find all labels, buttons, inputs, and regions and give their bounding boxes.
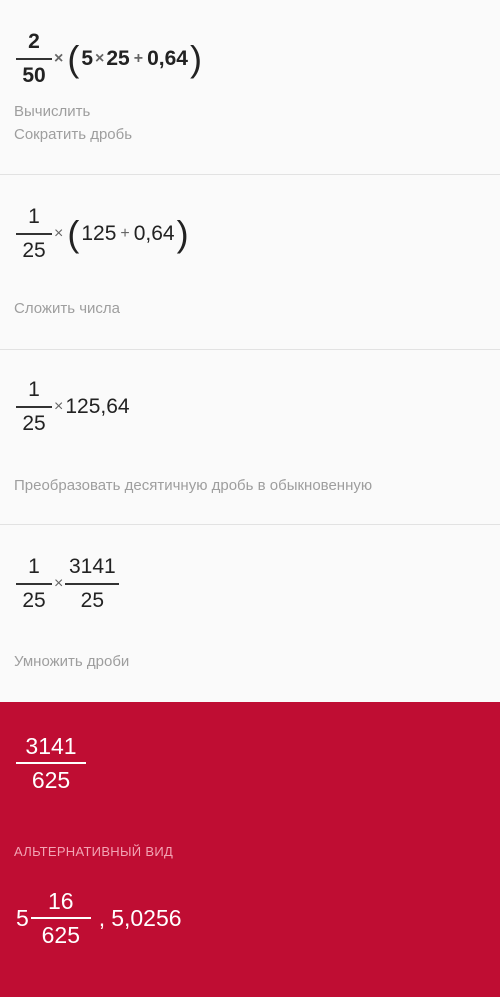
step-caption-reduce-fraction[interactable]: Сократить дробь <box>14 123 132 146</box>
numerator: 16 <box>48 888 74 914</box>
multiply-sign: × <box>54 50 64 67</box>
open-paren: ( <box>67 213 80 254</box>
step-3: 1 25 × 125,64 Преобразовать десятичную д… <box>0 350 500 525</box>
step-caption-add-numbers[interactable]: Сложить числа <box>14 297 120 320</box>
plus-sign: + <box>120 225 130 242</box>
result-panel: 3141 625 АЛЬТЕРНАТИВНЫЙ ВИД 5 16 625 , 5… <box>0 702 500 997</box>
numerator: 1 <box>28 205 40 228</box>
step-1-expression: 2 50 × ( 5 × 25 + 0,64 ) <box>16 28 204 90</box>
close-paren: ) <box>176 213 189 254</box>
fraction-bar <box>30 917 91 919</box>
step-1: 2 50 × ( 5 × 25 + 0,64 ) Вычислить Сокра… <box>0 0 500 175</box>
multiply-sign: × <box>54 398 64 415</box>
operand-b: 25 <box>106 47 130 70</box>
separator: , <box>98 904 106 931</box>
result-fraction: 3141 625 <box>16 732 86 794</box>
fraction-bar <box>16 58 52 60</box>
operand-a: 5 <box>81 47 94 70</box>
fraction: 1 25 <box>16 376 52 438</box>
fraction-bar <box>65 583 120 585</box>
numerator: 2 <box>28 30 40 53</box>
fraction-bar <box>16 406 52 408</box>
fraction-bar <box>16 762 86 764</box>
mixed-whole: 5 <box>16 904 29 931</box>
denominator: 25 <box>22 412 46 435</box>
fraction-bar <box>16 583 52 585</box>
step-2: 1 25 × ( 125 + 0,64 ) Сложить числа <box>0 175 500 350</box>
denominator: 25 <box>80 589 105 612</box>
operand-value: 125,64 <box>65 395 130 418</box>
fraction: 1 25 <box>16 553 52 615</box>
alternative-form-label: АЛЬТЕРНАТИВНЫЙ ВИД <box>14 844 174 859</box>
step-4: 1 25 × 3141 25 Умножить дроби <box>0 525 500 700</box>
close-paren: ) <box>189 38 202 79</box>
fraction-bar <box>16 233 52 235</box>
step-4-expression: 1 25 × 3141 25 <box>16 553 120 615</box>
denominator: 25 <box>22 239 46 262</box>
step-caption-convert-decimal[interactable]: Преобразовать десятичную дробь в обыкнов… <box>14 474 372 497</box>
multiply-sign: × <box>54 575 64 592</box>
step-caption-multiply-fractions[interactable]: Умножить дроби <box>14 650 129 673</box>
fraction: 2 50 <box>16 28 52 90</box>
step-caption-calculate[interactable]: Вычислить <box>14 100 90 123</box>
operand-a: 125 <box>81 222 117 245</box>
mixed-fraction: 16 625 <box>30 887 91 949</box>
multiply-sign: × <box>54 225 64 242</box>
plus-sign: + <box>133 50 144 67</box>
numerator: 1 <box>28 555 40 578</box>
denominator: 50 <box>22 64 46 87</box>
operand-c: 0,64 <box>147 47 188 70</box>
fraction: 3141 25 <box>65 553 120 615</box>
numerator: 3141 <box>68 555 116 578</box>
open-paren: ( <box>67 38 80 79</box>
step-3-expression: 1 25 × 125,64 <box>16 376 130 438</box>
denominator: 25 <box>22 589 46 612</box>
operand-c: 0,64 <box>133 222 175 245</box>
denominator: 625 <box>31 767 71 793</box>
result-expression: 3141 625 <box>16 732 86 794</box>
decimal-value: 5,0256 <box>111 904 182 931</box>
alternative-forms: 5 16 625 , 5,0256 <box>16 887 182 949</box>
multiply-sign: × <box>95 50 105 67</box>
step-2-expression: 1 25 × ( 125 + 0,64 ) <box>16 203 191 265</box>
numerator: 1 <box>28 378 40 401</box>
fraction: 1 25 <box>16 203 52 265</box>
numerator: 3141 <box>25 733 77 759</box>
denominator: 625 <box>41 922 80 948</box>
